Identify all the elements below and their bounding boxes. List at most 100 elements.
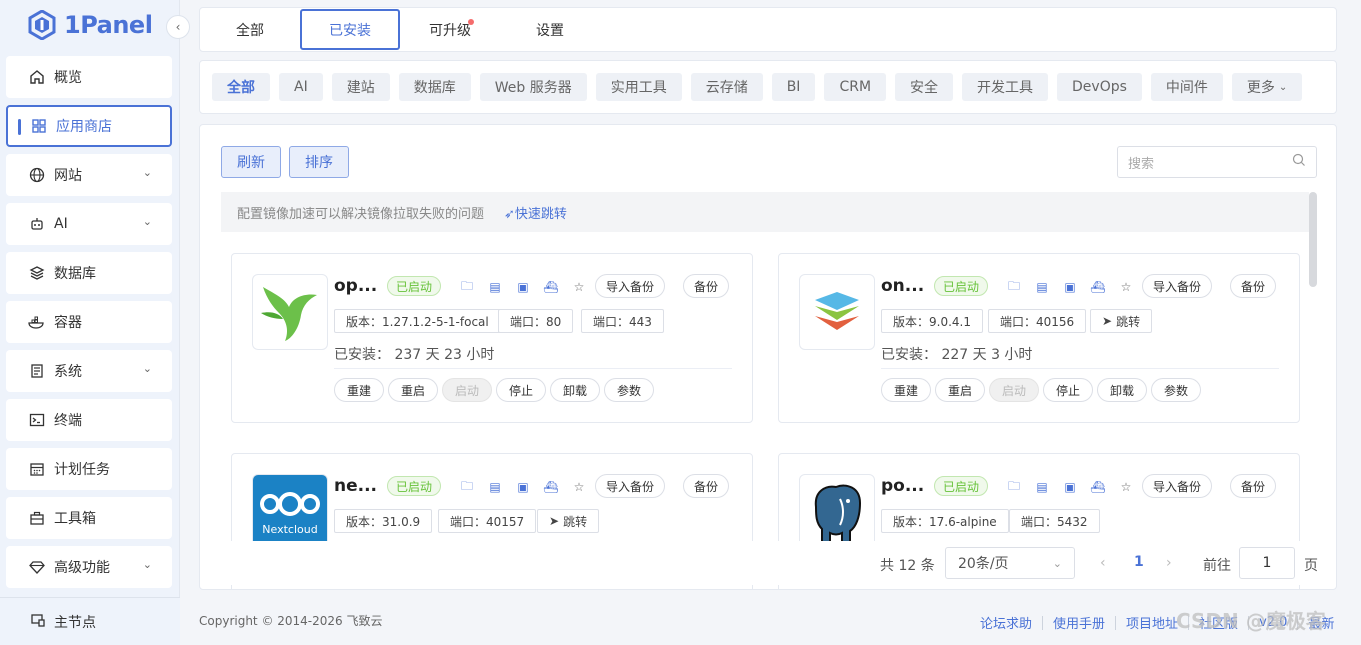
category-chip[interactable]: 建站 <box>331 73 390 101</box>
document-icon[interactable]: ▤ <box>486 478 504 496</box>
category-chip[interactable]: 中间件 <box>1150 73 1223 101</box>
rebuild-button[interactable]: 重建 <box>881 378 932 402</box>
start-button[interactable]: 启动 <box>989 378 1040 402</box>
document-icon[interactable]: ▤ <box>1033 478 1051 496</box>
tab-all[interactable]: 全部 <box>200 9 300 50</box>
app-name[interactable]: on... <box>881 276 924 296</box>
jump-tag[interactable]: ➤ 跳转 <box>537 509 600 533</box>
category-chip[interactable]: 实用工具 <box>595 73 682 101</box>
restart-button[interactable]: 重启 <box>388 378 439 402</box>
logo[interactable]: 1Panel <box>28 8 153 42</box>
document-icon[interactable]: ▤ <box>1033 278 1051 296</box>
import-backup-button[interactable]: 导入备份 <box>595 474 666 498</box>
sidebar-item-ai[interactable]: AI ⌄ <box>6 203 172 245</box>
terminal-icon[interactable]: ▣ <box>1061 478 1079 496</box>
category-more-dropdown[interactable]: 更多 ⌄ <box>1231 73 1303 101</box>
star-icon[interactable]: ☆ <box>570 278 588 296</box>
uninstall-button[interactable]: 卸载 <box>1097 378 1148 402</box>
main-node-switch[interactable]: 主节点 <box>0 597 180 645</box>
page-size-select[interactable]: 20条/页 ⌄ <box>945 547 1075 579</box>
footer-link-forum[interactable]: 论坛求助 <box>980 613 1032 632</box>
stop-button[interactable]: 停止 <box>496 378 547 402</box>
star-icon[interactable]: ☆ <box>570 478 588 496</box>
tab-settings[interactable]: 设置 <box>500 9 600 50</box>
folder-icon[interactable]: 🗀 <box>1005 478 1023 496</box>
params-button[interactable]: 参数 <box>604 378 655 402</box>
folder-icon[interactable]: 🗀 <box>458 478 476 496</box>
terminal-icon[interactable]: ▣ <box>1061 278 1079 296</box>
category-chip[interactable]: BI <box>771 73 816 101</box>
sidebar-item-website[interactable]: 网站 ⌄ <box>6 154 172 196</box>
backup-button[interactable]: 备份 <box>1230 474 1277 498</box>
nextcloud-logo: Nextcloud <box>252 474 328 550</box>
category-chip[interactable]: AI <box>279 73 323 101</box>
docker-icon[interactable]: ⛴ <box>1089 278 1107 296</box>
folder-icon[interactable]: 🗀 <box>458 278 476 296</box>
footer: Copyright © 2014-2026 飞致云 论坛求助 使用手册 项目地址… <box>180 597 1361 645</box>
tab-label: 已安装 <box>329 22 371 39</box>
tab-upgradable[interactable]: 可升级 <box>400 9 500 50</box>
start-button[interactable]: 启动 <box>442 378 493 402</box>
terminal-icon[interactable]: ▣ <box>514 278 532 296</box>
category-chip[interactable]: DevOps <box>1057 73 1142 101</box>
terminal-icon[interactable]: ▣ <box>514 478 532 496</box>
backup-button[interactable]: 备份 <box>1230 274 1277 298</box>
jump-tag[interactable]: ➤ 跳转 <box>1090 309 1153 333</box>
import-backup-button[interactable]: 导入备份 <box>1142 274 1213 298</box>
category-chip[interactable]: 云存储 <box>690 73 763 101</box>
star-icon[interactable]: ☆ <box>1117 478 1135 496</box>
docker-icon[interactable]: ⛴ <box>1089 478 1107 496</box>
app-name[interactable]: po... <box>881 476 924 496</box>
layers-icon <box>28 264 46 282</box>
sidebar-item-cron[interactable]: 计划任务 <box>6 448 172 490</box>
category-chip[interactable]: 数据库 <box>398 73 471 101</box>
tab-installed[interactable]: 已安装 <box>300 9 400 50</box>
page-number[interactable]: 1 <box>1134 554 1144 570</box>
sidebar-item-app-store[interactable]: 应用商店 <box>6 105 172 147</box>
page-jump-input[interactable]: 1 <box>1239 547 1295 579</box>
sidebar-item-database[interactable]: 数据库 <box>6 252 172 294</box>
params-button[interactable]: 参数 <box>1151 378 1202 402</box>
footer-link-project[interactable]: 项目地址 <box>1126 613 1178 632</box>
app-name[interactable]: ne... <box>334 476 377 496</box>
search-input[interactable]: 搜索 <box>1117 146 1317 178</box>
category-chip[interactable]: 安全 <box>895 73 954 101</box>
scrollbar[interactable] <box>1309 192 1317 287</box>
rebuild-button[interactable]: 重建 <box>334 378 385 402</box>
sidebar-item-advanced[interactable]: 高级功能 ⌄ <box>6 546 172 588</box>
sort-button[interactable]: 排序 <box>289 146 349 178</box>
divider <box>334 368 732 369</box>
sidebar-item-label: 工具箱 <box>54 511 96 527</box>
quick-jump-link[interactable]: ➶快速跳转 <box>504 203 567 222</box>
collapse-sidebar-button[interactable]: ‹ <box>166 15 190 39</box>
sidebar-item-toolbox[interactable]: 工具箱 <box>6 497 172 539</box>
category-chip[interactable]: Web 服务器 <box>479 73 587 101</box>
backup-button[interactable]: 备份 <box>683 274 730 298</box>
next-page-button[interactable]: › <box>1166 555 1172 571</box>
prev-page-button[interactable]: ‹ <box>1100 555 1106 571</box>
category-chip[interactable]: 开发工具 <box>962 73 1049 101</box>
footer-link-manual[interactable]: 使用手册 <box>1053 613 1105 632</box>
docker-icon[interactable]: ⛴ <box>542 478 560 496</box>
category-chip[interactable]: CRM <box>824 73 887 101</box>
sidebar-item-system[interactable]: 系统 ⌄ <box>6 350 172 392</box>
app-name[interactable]: op... <box>334 276 377 296</box>
docker-icon[interactable]: ⛴ <box>542 278 560 296</box>
backup-button[interactable]: 备份 <box>683 474 730 498</box>
folder-icon[interactable]: 🗀 <box>1005 278 1023 296</box>
category-chip[interactable]: 全部 <box>212 73 270 101</box>
stop-button[interactable]: 停止 <box>1043 378 1094 402</box>
refresh-button[interactable]: 刷新 <box>221 146 281 178</box>
status-badge: 已启动 <box>934 476 989 496</box>
sidebar-item-container[interactable]: 容器 <box>6 301 172 343</box>
import-backup-button[interactable]: 导入备份 <box>1142 474 1213 498</box>
document-icon[interactable]: ▤ <box>486 278 504 296</box>
uninstall-button[interactable]: 卸载 <box>550 378 601 402</box>
system-icon <box>28 362 46 380</box>
sidebar-item-overview[interactable]: 概览 <box>6 56 172 98</box>
restart-button[interactable]: 重启 <box>935 378 986 402</box>
more-label: 更多 <box>1246 80 1275 96</box>
import-backup-button[interactable]: 导入备份 <box>595 274 666 298</box>
star-icon[interactable]: ☆ <box>1117 278 1135 296</box>
sidebar-item-terminal[interactable]: 终端 <box>6 399 172 441</box>
